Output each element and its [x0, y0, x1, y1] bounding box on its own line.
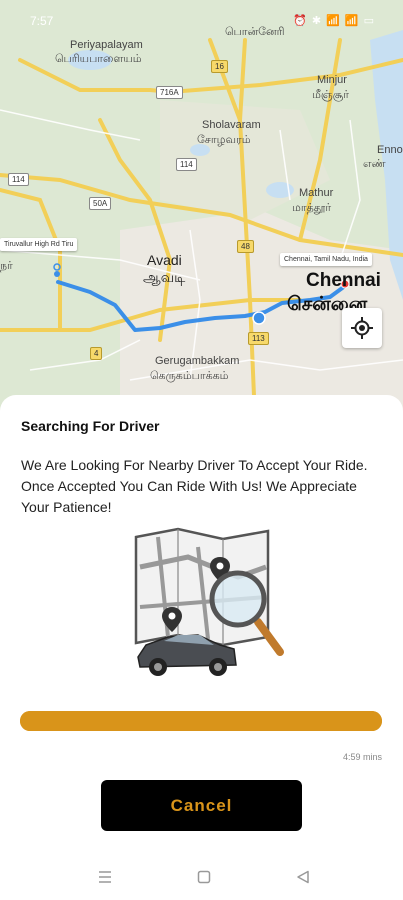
menu-lines-icon: [99, 871, 111, 883]
map-label: மீஞ்சூர்: [312, 89, 349, 101]
search-progress-bar: [20, 711, 382, 731]
nav-home-button[interactable]: [194, 867, 214, 887]
map-view[interactable]: 7:57 ⏰ ✱ 📶 📶 ▭ Periyapalayam பெரியபாளையம…: [0, 0, 403, 420]
progress-fill: [20, 711, 382, 731]
road-shield: 114: [176, 158, 197, 171]
map-label: எண்: [363, 158, 386, 170]
locate-me-button[interactable]: [342, 308, 382, 348]
search-driver-sheet: Searching For Driver We Are Looking For …: [0, 395, 403, 855]
crosshair-icon: [351, 317, 373, 339]
map-label: Mathur: [299, 187, 334, 199]
pickup-callout: Tiruvallur High Rd Tiru: [0, 238, 78, 251]
map-search-car-illustration: [134, 527, 284, 676]
drop-callout: Chennai, Tamil Nadu, India: [280, 253, 372, 266]
square-icon: [197, 870, 211, 884]
status-bar: 7:57 ⏰ ✱ 📶 📶 ▭: [0, 0, 403, 38]
map-label: Periyapalayam: [70, 39, 143, 51]
map-label: Gerugambakkam: [155, 355, 240, 367]
system-nav-bar: [0, 855, 403, 900]
road-shield: 4: [90, 347, 103, 360]
map-label: நர்: [0, 260, 13, 272]
status-time: 7:57: [30, 14, 54, 28]
road-shield: 48: [237, 240, 254, 253]
road-shield: 16: [211, 60, 228, 73]
map-label: Minjur: [317, 74, 347, 86]
map-label: சோழவரம்: [197, 134, 251, 146]
map-label: Enno: [377, 144, 403, 156]
map-label: Sholavaram: [202, 119, 261, 131]
road-shield: 114: [8, 173, 29, 186]
status-icons: ⏰ ✱ 📶 📶 ▭: [293, 15, 375, 27]
sheet-description: We Are Looking For Nearby Driver To Acce…: [21, 457, 368, 515]
nav-back-button[interactable]: [293, 867, 313, 887]
map-label: ஆவடி: [143, 269, 186, 285]
map-label: கெருகம்பாக்கம்: [150, 370, 229, 382]
road-shield: 716A: [156, 86, 183, 99]
map-label: Avadi: [147, 252, 182, 268]
triangle-back-icon: [297, 870, 309, 884]
countdown-timer: 4:59 mins: [342, 752, 382, 762]
sheet-title: Searching For Driver: [21, 418, 160, 434]
map-label: Chennai: [306, 270, 381, 291]
map-label: பெரியபாளையம்: [55, 53, 142, 65]
road-shield: 50A: [89, 197, 112, 210]
map-label: பொன்னேரி: [225, 26, 285, 38]
road-shield: 113: [248, 332, 269, 345]
nav-menu-button[interactable]: [95, 867, 115, 887]
cancel-button[interactable]: Cancel: [101, 780, 302, 831]
map-label: மாத்தூர்: [292, 202, 332, 214]
